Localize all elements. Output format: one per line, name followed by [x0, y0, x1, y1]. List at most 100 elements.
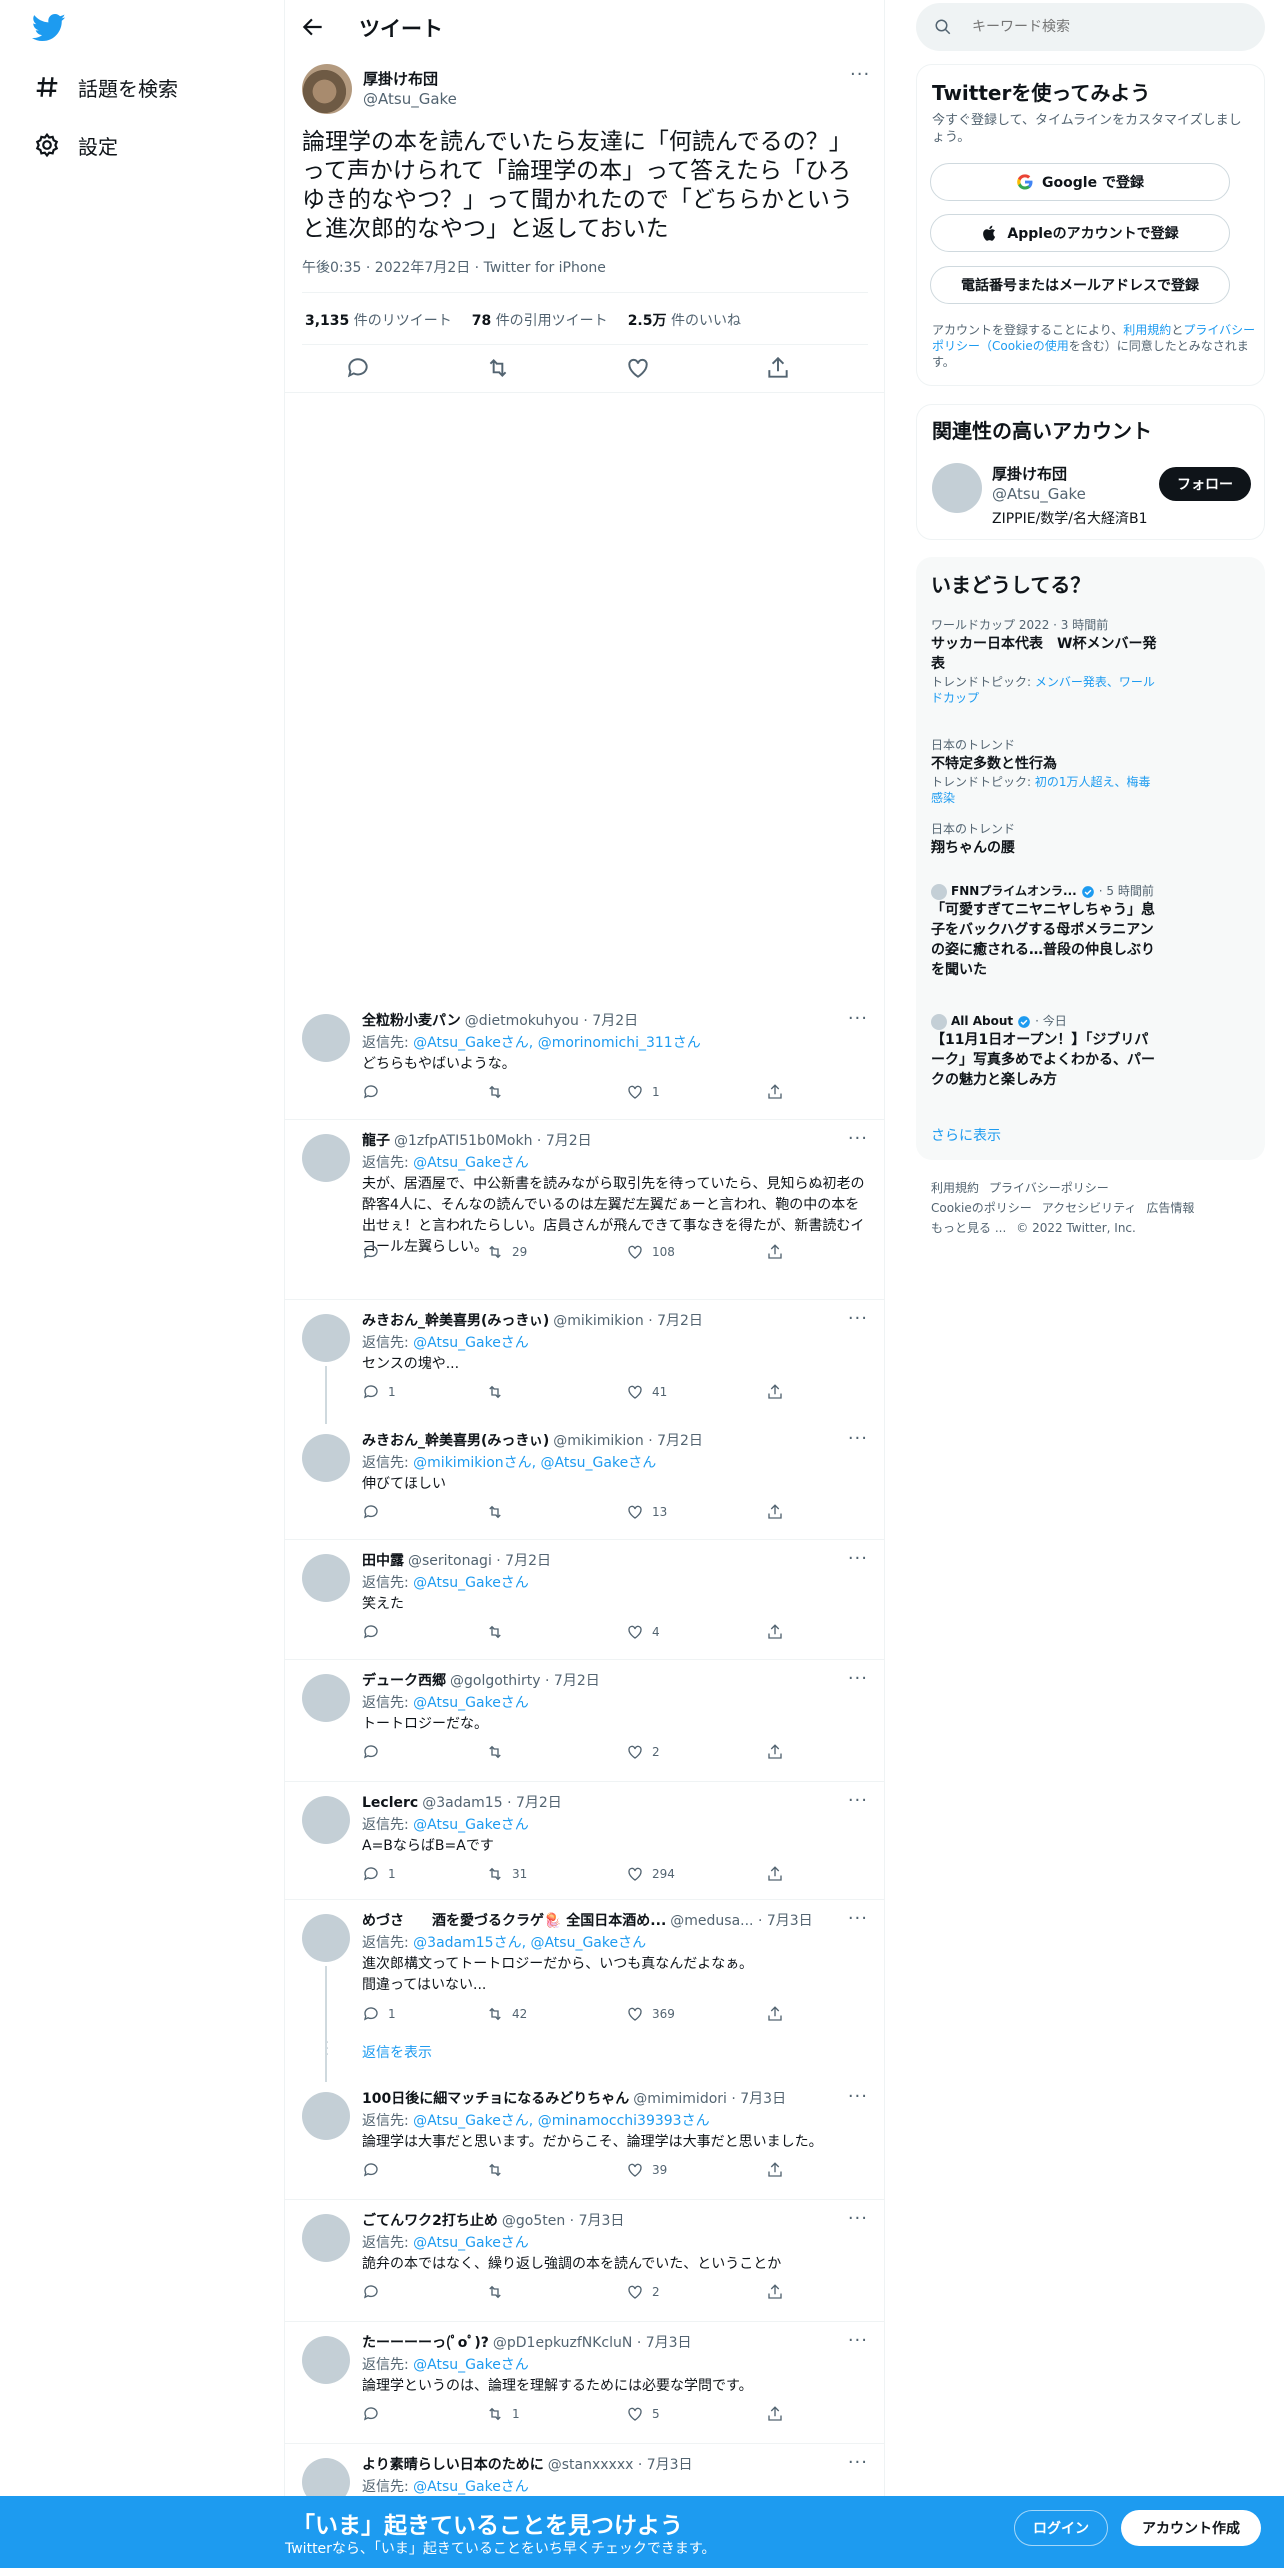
author-name[interactable]: 厚掛け布団: [363, 68, 438, 89]
reply-meta[interactable]: @medusa... · 7月3日: [670, 1913, 812, 1929]
quote-count-link[interactable]: 78 件の引用ツイート: [472, 310, 608, 330]
reply-tweet[interactable]: 全粒粉小麦パン @dietmokuhyou · 7月2日 ··· 返信先: @Atsu…: [285, 1000, 885, 1120]
reply-tweet[interactable]: デューク西郷 @golgothirty · 7月2日 ··· 返信先: @Atsu_G…: [285, 1660, 885, 1782]
reply-button[interactable]: [362, 1503, 388, 1521]
news-item[interactable]: All About · 今日 【11月1日オープン！】「ジブリパーク」写真多めで…: [931, 1013, 1161, 1090]
reply-author-name[interactable]: 田中露: [362, 1553, 404, 1569]
reply-tweet[interactable]: 100日後に細マッチョになるみどりちゃん @mimimidori · 7月3日 ··…: [285, 2078, 885, 2200]
reply-author-name[interactable]: ごてんワク2打ち止め: [362, 2213, 498, 2229]
more-options-icon[interactable]: ···: [848, 2452, 868, 2473]
like-icon[interactable]: [625, 355, 651, 381]
reply-to-link[interactable]: @Atsu_Gakeさん: [413, 1155, 529, 1171]
related-handle[interactable]: @Atsu_Gake: [992, 485, 1086, 503]
reply-to-link[interactable]: @Atsu_Gakeさん: [413, 2357, 529, 2373]
like-button[interactable]: 2: [626, 2283, 660, 2301]
more-options-icon[interactable]: ···: [848, 1548, 868, 1569]
reply-avatar[interactable]: [302, 1134, 350, 1182]
reply-meta[interactable]: @seritonagi · 7月2日: [408, 1553, 551, 1569]
like-button[interactable]: 2: [626, 1743, 660, 1761]
retweet-button[interactable]: 1: [486, 2405, 520, 2423]
like-button[interactable]: 294: [626, 1865, 675, 1883]
login-button[interactable]: ログイン: [1014, 2510, 1108, 2546]
reply-avatar[interactable]: [302, 1674, 350, 1722]
retweet-icon[interactable]: [485, 355, 511, 381]
reply-author-name[interactable]: 全粒粉小麦パン: [362, 1013, 461, 1029]
reply-icon[interactable]: [345, 355, 371, 381]
reply-button[interactable]: [362, 2283, 388, 2301]
share-button[interactable]: [766, 2161, 784, 2179]
trend-item[interactable]: 日本のトレンド 不特定多数と性行為 トレンドトピック: 初の1万人超え、梅毒感染: [931, 737, 1161, 806]
author-avatar[interactable]: [302, 64, 352, 114]
follow-button[interactable]: フォロー: [1159, 467, 1251, 501]
more-options-icon[interactable]: ···: [848, 1128, 868, 1149]
reply-meta[interactable]: @mikimikion · 7月2日: [553, 1433, 703, 1449]
reply-to-link[interactable]: @Atsu_Gakeさん, @morinomichi_311さん: [413, 1035, 701, 1051]
related-name[interactable]: 厚掛け布団: [992, 463, 1067, 484]
reply-to-link[interactable]: @Atsu_Gakeさん: [413, 1575, 529, 1591]
reply-to-link[interactable]: @Atsu_Gakeさん: [413, 1695, 529, 1711]
tweet-timestamp[interactable]: 午後0:35 · 2022年7月2日 · Twitter for iPhone: [302, 257, 606, 277]
reply-author-name[interactable]: より素晴らしい日本のために: [362, 2457, 544, 2473]
reply-author-name[interactable]: Leclerc: [362, 1795, 418, 1811]
reply-meta[interactable]: @golgothirty · 7月2日: [450, 1673, 600, 1689]
reply-to-link[interactable]: @3adam15さん, @Atsu_Gakeさん: [413, 1935, 646, 1951]
reply-meta[interactable]: @go5ten · 7月3日: [502, 2213, 625, 2229]
share-button[interactable]: [766, 1243, 784, 1261]
retweet-button[interactable]: 42: [486, 2005, 527, 2023]
footer-privacy-link[interactable]: プライバシーポリシー: [989, 1181, 1109, 1195]
back-arrow-icon[interactable]: [300, 14, 326, 40]
google-signup-button[interactable]: Google で登録: [930, 163, 1230, 201]
reply-tweet[interactable]: みきおん_幹美喜男(みっきぃ) @mikimikion · 7月2日 ··· 返信先:…: [285, 1420, 885, 1540]
reply-button[interactable]: 1: [362, 1865, 396, 1883]
like-button[interactable]: 13: [626, 1503, 667, 1521]
phone-email-signup-button[interactable]: 電話番号またはメールアドレスで登録: [930, 266, 1230, 304]
retweet-button[interactable]: [486, 1503, 512, 1521]
more-options-icon[interactable]: ···: [848, 1790, 868, 1811]
show-more-link[interactable]: さらに表示: [931, 1125, 1001, 1145]
share-button[interactable]: [766, 1503, 784, 1521]
reply-tweet[interactable]: より素晴らしい日本のために @stanxxxxx · 7月3日 ··· 返信先: @A…: [285, 2444, 885, 2506]
like-button[interactable]: 108: [626, 1243, 675, 1261]
reply-tweet[interactable]: みきおん_幹美喜男(みっきぃ) @mikimikion · 7月2日 ··· 返信先:…: [285, 1300, 885, 1424]
share-button[interactable]: [766, 1743, 784, 1761]
create-account-button[interactable]: アカウント作成: [1121, 2510, 1261, 2546]
like-button[interactable]: 39: [626, 2161, 667, 2179]
more-options-icon[interactable]: ···: [848, 1908, 868, 1929]
reply-author-name[interactable]: 100日後に細マッチョになるみどりちゃん: [362, 2091, 629, 2107]
retweet-button[interactable]: [486, 2283, 512, 2301]
reply-meta[interactable]: @stanxxxxx · 7月3日: [548, 2457, 693, 2473]
reply-to-link[interactable]: @Atsu_Gakeさん: [413, 1817, 529, 1833]
reply-button[interactable]: [362, 1243, 388, 1261]
share-icon[interactable]: [765, 355, 791, 381]
reply-author-name[interactable]: 龍子: [362, 1133, 390, 1149]
share-button[interactable]: [766, 1083, 784, 1101]
reply-meta[interactable]: @dietmokuhyou · 7月2日: [465, 1013, 638, 1029]
reply-avatar[interactable]: [302, 1434, 350, 1482]
retweet-button[interactable]: [486, 2161, 512, 2179]
share-button[interactable]: [766, 2005, 784, 2023]
reply-author-name[interactable]: めづさ 酒を愛づるクラゲ🪼 全国日本酒め...: [362, 1913, 666, 1929]
twitter-logo-icon[interactable]: [32, 13, 66, 43]
reply-avatar[interactable]: [302, 2092, 350, 2140]
retweet-button[interactable]: [486, 1743, 512, 1761]
author-handle[interactable]: @Atsu_Gake: [363, 90, 457, 108]
reply-tweet[interactable]: 龍子 @1zfpATI51b0Mokh · 7月2日 ··· 返信先: @Atsu_G…: [285, 1120, 885, 1300]
reply-meta[interactable]: @1zfpATI51b0Mokh · 7月2日: [394, 1133, 592, 1149]
like-count-link[interactable]: 2.5万 件のいいね: [628, 310, 741, 330]
retweet-button[interactable]: 29: [486, 1243, 527, 1261]
retweet-button[interactable]: 31: [486, 1865, 527, 1883]
related-avatar[interactable]: [932, 463, 982, 513]
reply-button[interactable]: [362, 1743, 388, 1761]
retweet-button[interactable]: [486, 1623, 512, 1641]
more-options-icon[interactable]: ···: [848, 1668, 868, 1689]
reply-button[interactable]: [362, 2161, 388, 2179]
reply-avatar[interactable]: [302, 1554, 350, 1602]
nav-explore[interactable]: 話題を検索: [34, 67, 178, 107]
reply-author-name[interactable]: デューク西郷: [362, 1673, 446, 1689]
reply-meta[interactable]: @pD1epkuzfNKcluN · 7月3日: [493, 2335, 692, 2351]
like-button[interactable]: 1: [626, 1083, 660, 1101]
retweet-button[interactable]: [486, 1083, 512, 1101]
reply-meta[interactable]: @3adam15 · 7月2日: [422, 1795, 562, 1811]
share-button[interactable]: [766, 1383, 784, 1401]
reply-button[interactable]: 1: [362, 1383, 396, 1401]
